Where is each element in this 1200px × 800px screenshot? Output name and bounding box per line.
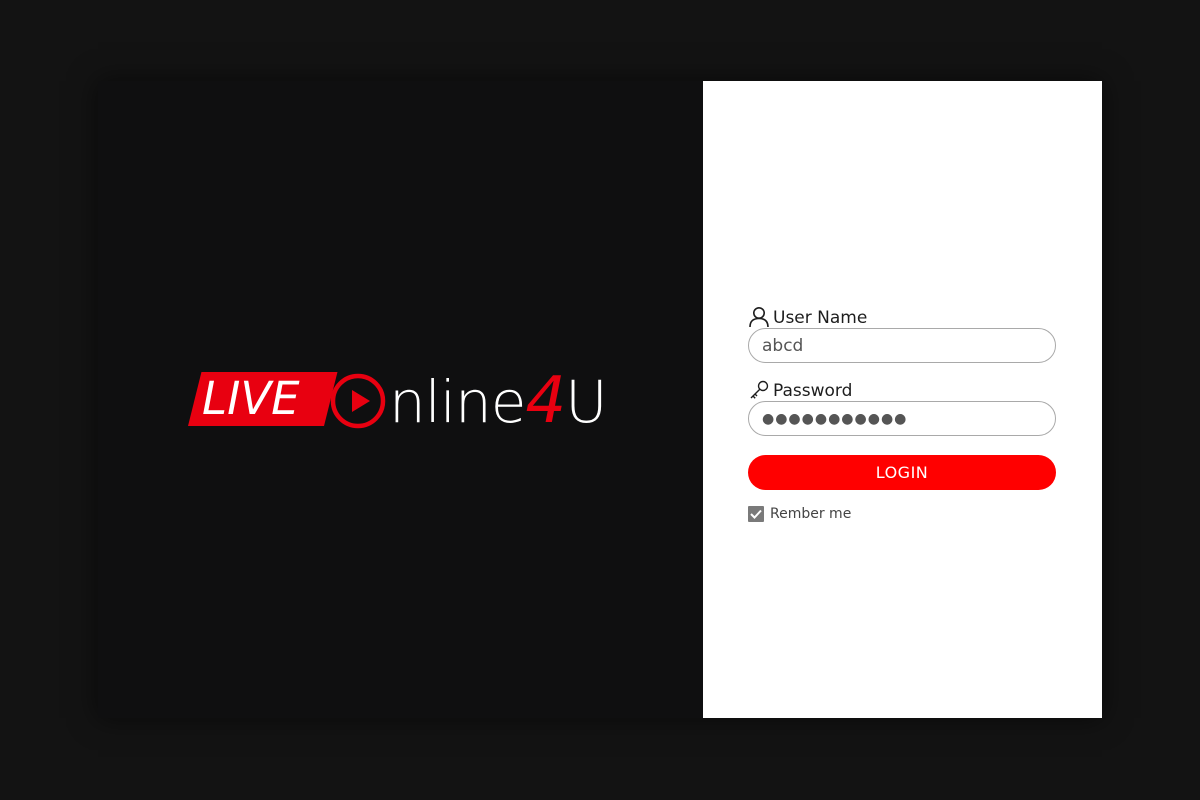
login-panel: User Name Password LOGIN Remb: [703, 81, 1102, 718]
username-input[interactable]: [748, 328, 1056, 363]
brand-panel: LIVE nline4U: [98, 81, 703, 718]
live-text: LIVE: [202, 372, 300, 425]
username-label-row: User Name: [748, 302, 1058, 328]
login-card: LIVE nline4U User Name abcd Password ●●●…: [98, 81, 1102, 718]
remember-label: Rember me: [770, 506, 852, 522]
username-label: User Name: [773, 308, 868, 328]
user-icon: [749, 307, 769, 328]
password-label: Password: [773, 381, 853, 401]
password-label-row: Password: [748, 375, 1058, 401]
remember-checkbox[interactable]: [748, 506, 764, 522]
key-icon: [750, 380, 769, 399]
password-input[interactable]: [748, 401, 1056, 436]
checkmark-icon: [750, 509, 762, 519]
brand-u: U: [565, 368, 607, 436]
brand-rest-text: nline: [389, 368, 526, 436]
login-form: User Name Password LOGIN Remb: [748, 302, 1058, 522]
login-button[interactable]: LOGIN: [748, 455, 1056, 490]
brand-logo: LIVE nline4U: [188, 363, 638, 443]
play-circle-icon: [330, 373, 386, 429]
brand-four: 4: [525, 364, 566, 438]
brand-wordmark: nline4U: [389, 364, 608, 438]
remember-me-row[interactable]: Rember me: [748, 506, 1058, 522]
